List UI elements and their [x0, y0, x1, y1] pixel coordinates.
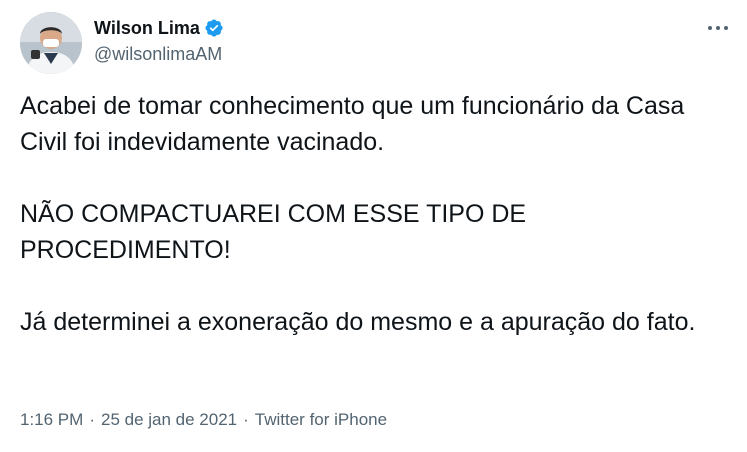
- verified-badge-icon: [204, 18, 224, 38]
- tweet-header: Wilson Lima @wilsonlimaAM: [94, 17, 224, 65]
- meta-separator: ·: [89, 410, 95, 429]
- tweet-card: Wilson Lima @wilsonlimaAM Acabei de toma…: [0, 0, 747, 452]
- tweet-paragraph-2: NÃO COMPACTUAREI COM ESSE TIPO DE PROCED…: [20, 200, 527, 264]
- tweet-source-link[interactable]: Twitter for iPhone: [255, 409, 387, 431]
- tweet-meta: 1:16 PM · 25 de jan de 2021 · Twitter fo…: [20, 409, 387, 431]
- tweet-date[interactable]: 25 de jan de 2021: [101, 409, 237, 431]
- display-name[interactable]: Wilson Lima: [94, 17, 200, 39]
- username-handle[interactable]: @wilsonlimaAM: [94, 43, 224, 65]
- meta-separator: ·: [243, 410, 249, 429]
- tweet-paragraph-1: Acabei de tomar conhecimento que um func…: [20, 92, 685, 156]
- more-options-icon[interactable]: [707, 19, 729, 30]
- tweet-text: Acabei de tomar conhecimento que um func…: [20, 88, 725, 340]
- name-row: Wilson Lima: [94, 17, 224, 39]
- tweet-time[interactable]: 1:16 PM: [20, 409, 83, 431]
- tweet-paragraph-3: Já determinei a exoneração do mesmo e a …: [20, 308, 696, 336]
- avatar[interactable]: [20, 12, 82, 74]
